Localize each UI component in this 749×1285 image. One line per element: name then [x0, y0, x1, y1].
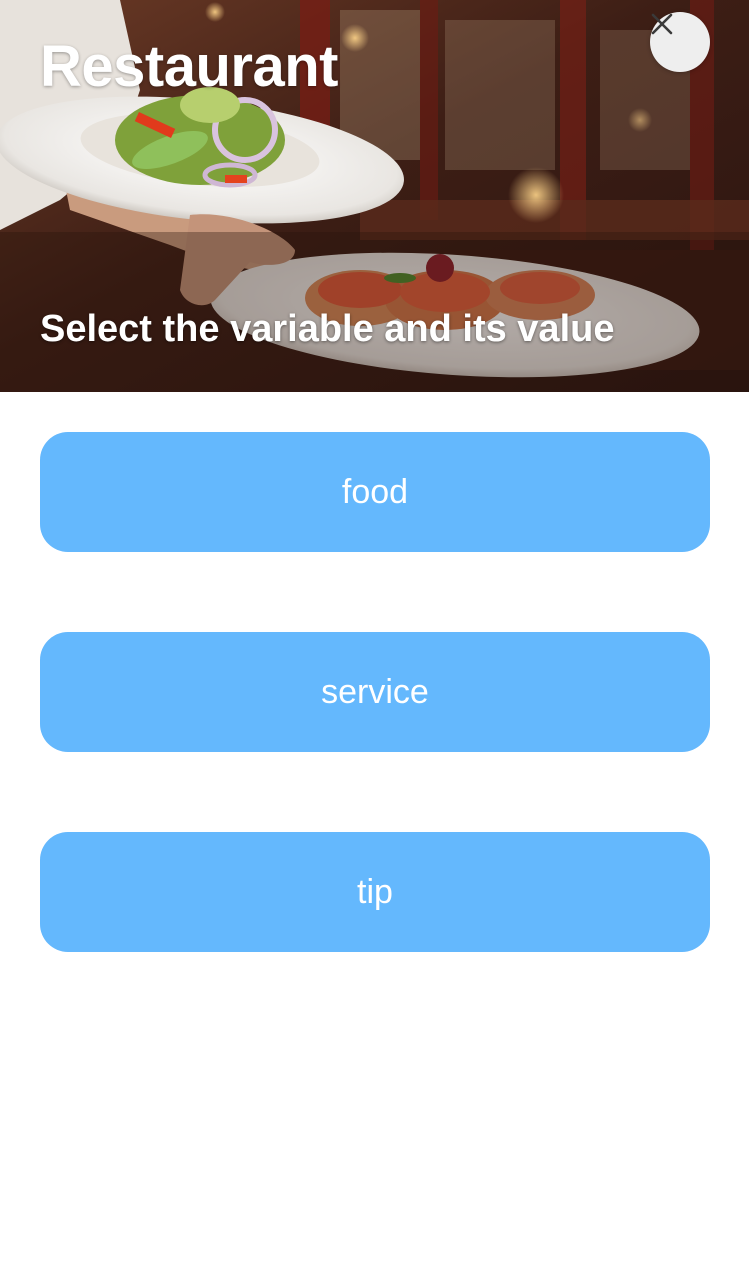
- option-food-button[interactable]: food: [40, 432, 710, 552]
- instruction-text: Select the variable and its value: [40, 308, 615, 350]
- screen: Restaurant Select the variable and its v…: [0, 0, 749, 1285]
- close-button[interactable]: [650, 12, 710, 72]
- hero-banner: Restaurant Select the variable and its v…: [0, 0, 749, 392]
- close-icon: [651, 13, 673, 35]
- page-title: Restaurant: [40, 34, 338, 99]
- option-service-button[interactable]: service: [40, 632, 710, 752]
- option-tip-button[interactable]: tip: [40, 832, 710, 952]
